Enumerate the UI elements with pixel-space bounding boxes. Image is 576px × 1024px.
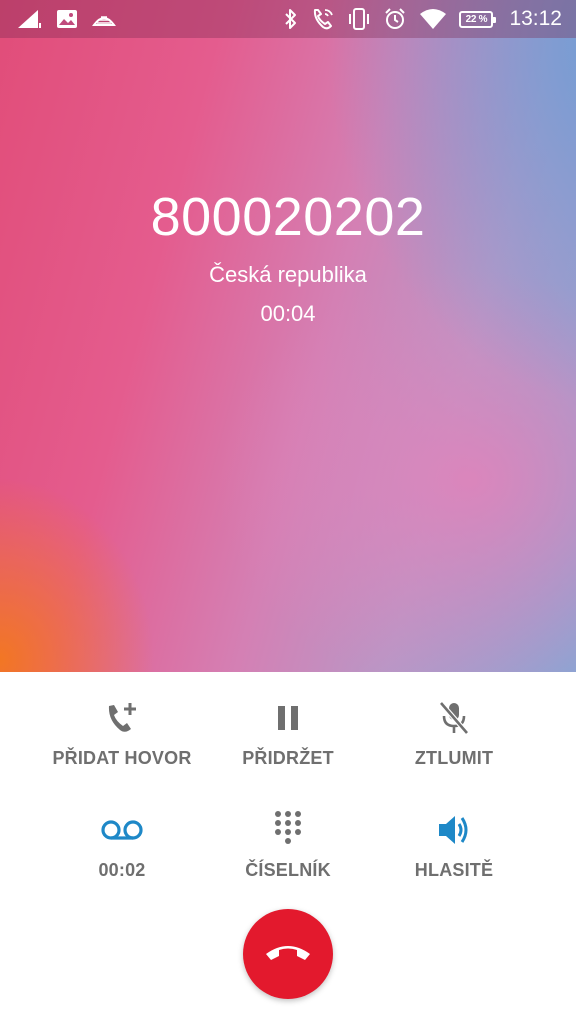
call-duration: 00:04 (260, 301, 316, 326)
speaker-icon (364, 810, 544, 850)
caller-number: 800020202 (150, 187, 426, 247)
voicemail-icon (32, 810, 212, 850)
voicemail-label: 00:02 (98, 860, 146, 880)
signal-icon (16, 8, 42, 30)
status-bar-left (16, 0, 116, 38)
image-notification-icon (56, 9, 78, 29)
add-call-label: PŘIDAT HOVOR (52, 748, 192, 768)
dialpad-icon (198, 810, 378, 850)
speaker-button[interactable]: HLASITĚ (364, 810, 544, 881)
status-time: 13:12 (509, 7, 562, 30)
mic-off-icon (364, 698, 544, 738)
lock-screen-icon (92, 11, 116, 27)
vibrate-icon (347, 7, 371, 31)
battery-percent: 22 % (465, 13, 488, 25)
dialpad-label: ČÍSELNÍK (245, 860, 331, 880)
in-call-screen: 22 % 13:12 800020202 Česká republika 00:… (0, 0, 576, 1024)
dialpad-button[interactable]: ČÍSELNÍK (198, 810, 378, 881)
bluetooth-icon (283, 7, 299, 31)
end-call-button[interactable] (243, 909, 333, 999)
speaker-label: HLASITĚ (414, 860, 494, 880)
status-bar: 22 % 13:12 (0, 0, 576, 38)
add-call-button[interactable]: PŘIDAT HOVOR (32, 698, 212, 769)
mute-label: ZTLUMIT (414, 748, 494, 768)
wifi-icon (419, 8, 447, 30)
mute-button[interactable]: ZTLUMIT (364, 698, 544, 769)
alarm-icon (383, 7, 407, 31)
status-bar-right: 22 % 13:12 (283, 0, 562, 38)
end-call-icon (262, 940, 314, 969)
caller-background (0, 0, 576, 672)
add-call-icon (32, 698, 212, 738)
voicemail-button[interactable]: 00:02 (32, 810, 212, 881)
hold-button[interactable]: PŘIDRŽET (198, 698, 378, 769)
wifi-calling-icon (311, 7, 335, 31)
caller-location: Česká republika (209, 262, 367, 287)
battery-icon: 22 % (459, 10, 497, 28)
hold-label: PŘIDRŽET (242, 748, 334, 768)
pause-icon (198, 698, 378, 738)
